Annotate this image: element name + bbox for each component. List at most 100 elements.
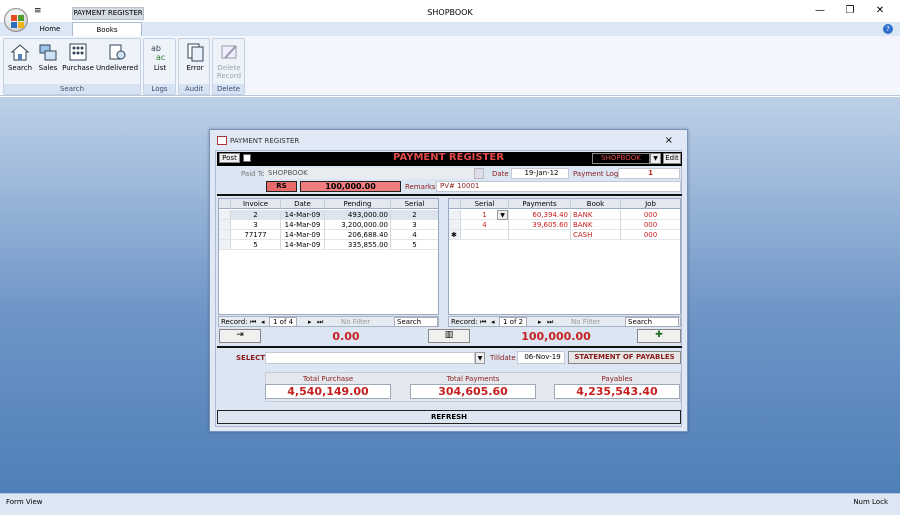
chevron-down-icon[interactable]: ▼ — [650, 153, 661, 164]
last-record-icon[interactable]: ⏭ — [317, 318, 323, 327]
table-cell[interactable]: 14-Mar-09 — [281, 230, 325, 240]
row-selector[interactable] — [449, 220, 461, 230]
table-cell[interactable] — [461, 230, 509, 240]
right-total: 100,000.00 — [521, 330, 591, 343]
window-close-icon[interactable]: × — [665, 135, 673, 146]
table-cell[interactable]: 4 — [461, 220, 509, 230]
list-icon: ab ac — [150, 42, 170, 62]
search-input[interactable]: Search — [625, 317, 679, 327]
record-position[interactable]: 1 of 2 — [499, 317, 528, 327]
table-cell[interactable]: 3,200,000.00 — [325, 220, 391, 230]
table-cell[interactable] — [509, 230, 571, 240]
table-cell[interactable]: BANK — [571, 220, 621, 230]
book-button[interactable]: ▥ — [428, 329, 470, 343]
refresh-button[interactable]: REFRESH — [217, 410, 681, 424]
next-record-icon[interactable]: ▸ — [308, 318, 312, 326]
statement-of-payables-button[interactable]: STATEMENT OF PAYABLES — [568, 351, 681, 364]
payment-log-field[interactable]: 1 — [618, 168, 680, 179]
column-header[interactable]: Book — [571, 199, 621, 209]
table-cell[interactable]: 5 — [231, 240, 281, 250]
left-total: 0.00 — [332, 330, 360, 343]
currency-field[interactable]: RS — [266, 181, 297, 192]
row-selector[interactable]: ✱ — [449, 230, 461, 240]
table-cell[interactable]: 000 — [621, 220, 680, 230]
column-header[interactable]: Pending — [325, 199, 391, 209]
error-button[interactable]: Error — [181, 42, 209, 72]
table-cell[interactable]: 14-Mar-09 — [281, 240, 325, 250]
chevron-down-icon[interactable]: ▼ — [497, 210, 508, 220]
exit-button[interactable]: ⇥ — [219, 329, 261, 343]
list-button[interactable]: ab ac List — [146, 42, 174, 72]
table-cell[interactable]: 3 — [391, 220, 438, 230]
amount-field[interactable]: 100,000.00 — [300, 181, 401, 192]
row-selector[interactable] — [219, 230, 231, 240]
tab-books[interactable]: Books — [72, 22, 142, 36]
table-cell[interactable]: 39,605.60 — [509, 220, 571, 230]
table-cell[interactable]: 77177 — [231, 230, 281, 240]
table-cell[interactable]: 5 — [391, 240, 438, 250]
row-selector[interactable] — [449, 210, 461, 220]
table-cell[interactable]: 2 — [391, 210, 438, 220]
select-all-corner[interactable] — [449, 199, 461, 209]
sales-button[interactable]: Sales — [35, 42, 61, 72]
row-selector[interactable] — [219, 210, 231, 220]
table-cell[interactable]: BANK — [571, 210, 621, 220]
table-cell[interactable]: 000 — [621, 210, 680, 220]
search-input[interactable]: Search — [394, 317, 438, 327]
table-cell[interactable]: 493,000.00 — [325, 210, 391, 220]
prev-record-icon[interactable]: ◂ — [491, 318, 495, 326]
no-filter-button[interactable]: No Filter — [341, 318, 370, 326]
group-audit: Error Audit — [178, 38, 210, 95]
column-header[interactable]: Job — [621, 199, 680, 209]
add-record-button[interactable]: ✚ — [637, 329, 681, 343]
date-field[interactable]: 19-Jan-12 — [511, 168, 569, 179]
next-record-icon[interactable]: ▸ — [538, 318, 542, 326]
column-header[interactable]: Invoice — [231, 199, 281, 209]
delete-record-button[interactable]: Delete Record — [214, 42, 244, 80]
table-cell[interactable]: 14-Mar-09 — [281, 210, 325, 220]
first-record-icon[interactable]: ⏮ — [250, 318, 256, 327]
first-record-icon[interactable]: ⏮ — [480, 318, 486, 327]
select-all-corner[interactable] — [219, 199, 231, 209]
column-header[interactable]: Serial — [461, 199, 509, 209]
table-cell[interactable]: 14-Mar-09 — [281, 220, 325, 230]
select-dropdown[interactable] — [265, 352, 475, 364]
table-cell[interactable]: 60,394.40 — [509, 210, 571, 220]
table-cell[interactable]: 4 — [391, 230, 438, 240]
chevron-down-icon[interactable]: ▼ — [475, 352, 485, 364]
book-select[interactable]: SHOPBOOK — [592, 153, 650, 164]
window-title-bar[interactable]: PAYMENT REGISTER — [210, 130, 687, 150]
column-header[interactable]: Serial — [391, 199, 438, 209]
search-button[interactable]: Search — [6, 42, 34, 72]
undelivered-button[interactable]: Undelivered — [95, 42, 139, 72]
tab-home[interactable]: Home — [30, 22, 70, 36]
no-filter-button[interactable]: No Filter — [571, 318, 600, 326]
total-payments-label: Total Payments — [446, 375, 500, 383]
row-selector[interactable] — [219, 220, 231, 230]
table-cell[interactable]: 000 — [621, 230, 680, 240]
restore-button[interactable]: ❐ — [840, 5, 860, 16]
table-cell[interactable]: CASH — [571, 230, 621, 240]
tilldate-field[interactable]: 06-Nov-19 — [517, 351, 565, 364]
column-header[interactable]: Date — [281, 199, 325, 209]
close-button[interactable]: ✕ — [870, 5, 890, 16]
table-cell[interactable]: 3 — [231, 220, 281, 230]
payment-register-window: PAYMENT REGISTER × Post PAYMENT REGISTER… — [209, 129, 688, 432]
paid-to-field[interactable]: SHOPBOOK — [264, 168, 474, 179]
row-selector[interactable] — [219, 240, 231, 250]
remarks-field[interactable]: PV# 10001 — [436, 181, 681, 192]
table-cell[interactable]: 335,855.00 — [325, 240, 391, 250]
minimize-button[interactable]: — — [810, 5, 830, 16]
edit-button[interactable]: Edit — [663, 153, 681, 164]
purchase-button[interactable]: Purchase — [61, 42, 95, 72]
prev-record-icon[interactable]: ◂ — [261, 318, 265, 326]
office-button[interactable] — [4, 8, 28, 32]
record-position[interactable]: 1 of 4 — [269, 317, 298, 327]
table-cell[interactable]: 206,688.40 — [325, 230, 391, 240]
column-header[interactable]: Payments — [509, 199, 571, 209]
paid-to-chevron-icon[interactable] — [474, 168, 484, 179]
help-icon[interactable]: ? — [883, 24, 893, 34]
title-bar: ≡ PAYMENT REGISTER SHOPBOOK — ❐ ✕ — [0, 0, 900, 22]
table-cell[interactable]: 2 — [231, 210, 281, 220]
last-record-icon[interactable]: ⏭ — [547, 318, 553, 327]
